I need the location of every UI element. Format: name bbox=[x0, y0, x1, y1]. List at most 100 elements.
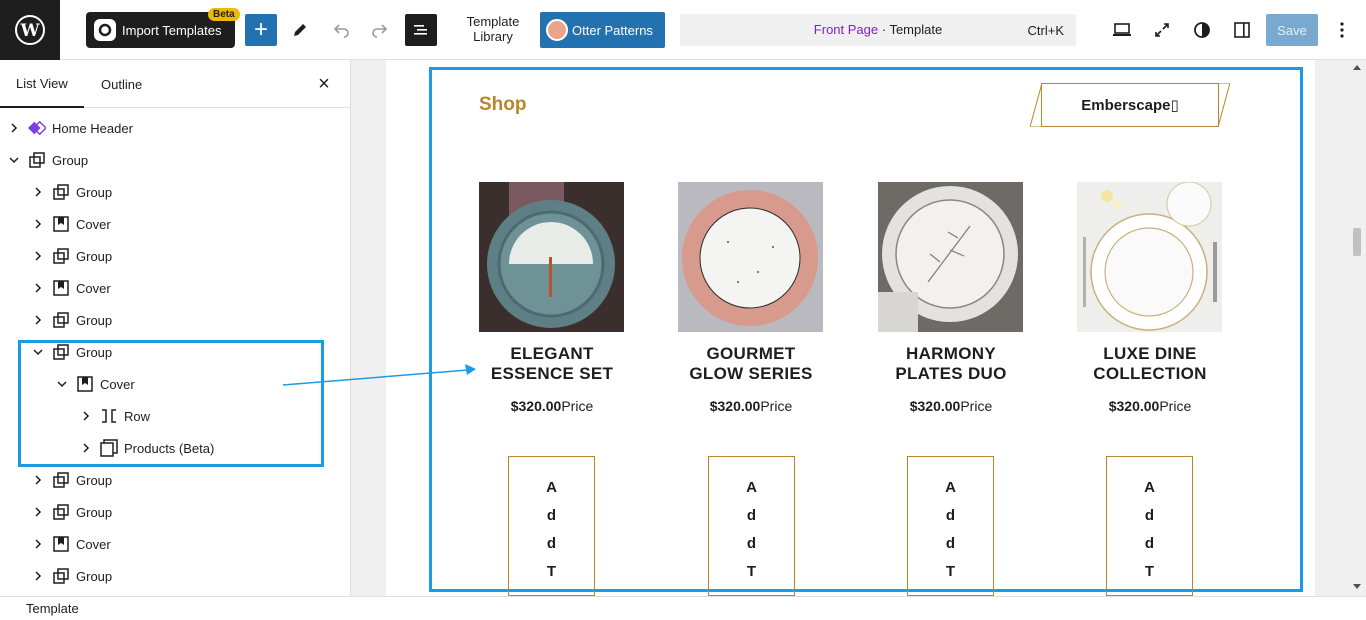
chevron-right-icon[interactable] bbox=[32, 538, 44, 550]
add-to-cart-button[interactable]: AddTo bbox=[708, 456, 795, 596]
preview-device-button[interactable] bbox=[1106, 14, 1138, 46]
canvas-scrollbar[interactable] bbox=[1348, 60, 1366, 596]
command-shortcut: Ctrl+K bbox=[1027, 23, 1064, 38]
beta-badge: Beta bbox=[208, 8, 240, 21]
tree-item-cover[interactable]: Cover bbox=[0, 528, 350, 560]
tab-outline[interactable]: Outline bbox=[101, 60, 142, 108]
highlight-annotation bbox=[18, 340, 324, 467]
tree-item-group[interactable]: Group bbox=[0, 304, 350, 336]
settings-sidebar-button[interactable] bbox=[1226, 14, 1258, 46]
product-name-line1: ELEGANT bbox=[510, 344, 594, 363]
chevron-right-icon[interactable] bbox=[8, 122, 20, 134]
options-button[interactable] bbox=[1326, 14, 1358, 46]
tree-item-group[interactable]: Group bbox=[0, 240, 350, 272]
group-icon bbox=[52, 567, 70, 585]
close-icon[interactable]: × bbox=[314, 74, 334, 94]
add-to-cart-button[interactable]: AddTo bbox=[1106, 456, 1193, 596]
otter-patterns-button[interactable]: Otter Patterns bbox=[540, 12, 665, 48]
product-name-line2: PLATES DUO bbox=[895, 364, 1007, 383]
styles-button[interactable] bbox=[1186, 14, 1218, 46]
document-page-name: Front Page bbox=[813, 22, 879, 37]
tree-item-label: Group bbox=[76, 504, 113, 520]
sidebar-tabs: List View Outline × bbox=[0, 60, 350, 108]
save-button[interactable]: Save bbox=[1266, 14, 1318, 46]
product-name[interactable]: GOURMET GLOW SERIES bbox=[651, 344, 851, 384]
chevron-right-icon[interactable] bbox=[32, 282, 44, 294]
product-name[interactable]: ELEGANT ESSENCE SET bbox=[452, 344, 652, 384]
tree-item-cover[interactable]: Cover bbox=[0, 272, 350, 304]
add-to-cart-label: AddTo bbox=[746, 479, 757, 595]
breadcrumb-template[interactable]: Template bbox=[26, 601, 79, 616]
product-name-line2: ESSENCE SET bbox=[490, 364, 614, 383]
product-name-line2: GLOW SERIES bbox=[689, 364, 813, 383]
chevron-right-icon[interactable] bbox=[32, 218, 44, 230]
product-name[interactable]: LUXE DINE COLLECTION bbox=[1050, 344, 1250, 384]
expand-icon bbox=[1155, 23, 1169, 37]
undo-button[interactable] bbox=[325, 14, 357, 46]
group-icon bbox=[52, 183, 70, 201]
template-library-button[interactable]: Template Library bbox=[460, 14, 526, 44]
price-suffix: Price bbox=[960, 398, 993, 414]
tree-item-label: Group bbox=[52, 152, 89, 168]
cover-icon bbox=[52, 279, 70, 297]
tree-item-group[interactable]: Group bbox=[0, 176, 350, 208]
product-card[interactable]: ELEGANT ESSENCE SET $320.00Price bbox=[479, 182, 624, 414]
chevron-right-icon[interactable] bbox=[32, 506, 44, 518]
product-image[interactable] bbox=[678, 182, 823, 332]
product-name-line1: LUXE DINE bbox=[1103, 344, 1197, 363]
block-inserter-button[interactable]: + bbox=[245, 14, 277, 46]
tree-item-label: Cover bbox=[76, 216, 111, 232]
tree-item-group[interactable]: Group bbox=[0, 560, 350, 592]
group-icon bbox=[52, 471, 70, 489]
tree-item-label: Cover bbox=[76, 536, 111, 552]
product-image[interactable] bbox=[479, 182, 624, 332]
price-value: $320.00 bbox=[709, 398, 761, 414]
product-image[interactable] bbox=[878, 182, 1023, 332]
document-type: Template bbox=[889, 22, 943, 37]
product-name[interactable]: HARMONY PLATES DUO bbox=[851, 344, 1051, 384]
add-to-cart-button[interactable]: AddTo bbox=[508, 456, 595, 596]
scrollbar-thumb[interactable] bbox=[1353, 228, 1361, 256]
tree-item-group[interactable]: Group bbox=[0, 496, 350, 528]
chevron-right-icon[interactable] bbox=[32, 250, 44, 262]
tree-item-home-header[interactable]: Home Header bbox=[0, 112, 350, 144]
scroll-up-icon[interactable] bbox=[1353, 64, 1361, 70]
chevron-right-icon[interactable] bbox=[32, 314, 44, 326]
product-image[interactable] bbox=[1077, 182, 1222, 332]
product-card[interactable]: HARMONY PLATES DUO $320.00Price bbox=[878, 182, 1023, 414]
command-palette-bar[interactable]: Front Page · Template Ctrl+K bbox=[680, 14, 1076, 46]
price-suffix: Price bbox=[760, 398, 793, 414]
tree-item-cover[interactable]: Cover bbox=[0, 208, 350, 240]
scroll-down-icon[interactable] bbox=[1353, 584, 1361, 590]
list-view-icon bbox=[414, 25, 427, 35]
chevron-right-icon[interactable] bbox=[32, 186, 44, 198]
contrast-icon bbox=[1194, 22, 1210, 38]
fullscreen-button[interactable] bbox=[1146, 14, 1178, 46]
tools-button[interactable] bbox=[284, 14, 316, 46]
document-overview-button[interactable] bbox=[405, 14, 437, 46]
chevron-down-icon[interactable] bbox=[8, 154, 20, 166]
brand-label: Emberscape▯ bbox=[1041, 83, 1219, 127]
chevron-right-icon[interactable] bbox=[32, 570, 44, 582]
otter-avatar-icon bbox=[546, 19, 568, 41]
tree-item-group[interactable]: Group bbox=[0, 144, 350, 176]
wordpress-logo-icon[interactable]: W bbox=[0, 0, 60, 60]
desktop-icon bbox=[1113, 23, 1131, 36]
tree-item-group[interactable]: Group bbox=[0, 464, 350, 496]
chevron-right-icon[interactable] bbox=[32, 474, 44, 486]
pattern-icon bbox=[28, 119, 46, 137]
tree-item-label: Cover bbox=[76, 280, 111, 296]
editor-top-bar: W Import Templates Beta + Template Libra… bbox=[0, 0, 1366, 60]
tab-list-view[interactable]: List View bbox=[0, 60, 84, 108]
product-price: $320.00Price bbox=[452, 398, 652, 414]
shop-heading[interactable]: Shop bbox=[479, 94, 527, 116]
product-name-line1: GOURMET bbox=[706, 344, 796, 363]
product-price: $320.00Price bbox=[1050, 398, 1250, 414]
document-separator: · bbox=[878, 22, 890, 37]
product-card[interactable]: GOURMET GLOW SERIES $320.00Price bbox=[678, 182, 823, 414]
import-templates-button[interactable]: Import Templates Beta bbox=[86, 8, 240, 48]
product-card[interactable]: LUXE DINE COLLECTION $320.00Price bbox=[1077, 182, 1222, 414]
add-to-cart-button[interactable]: AddTo bbox=[907, 456, 994, 596]
brand-button[interactable]: Emberscape▯ bbox=[1030, 83, 1230, 127]
redo-button[interactable] bbox=[364, 14, 396, 46]
